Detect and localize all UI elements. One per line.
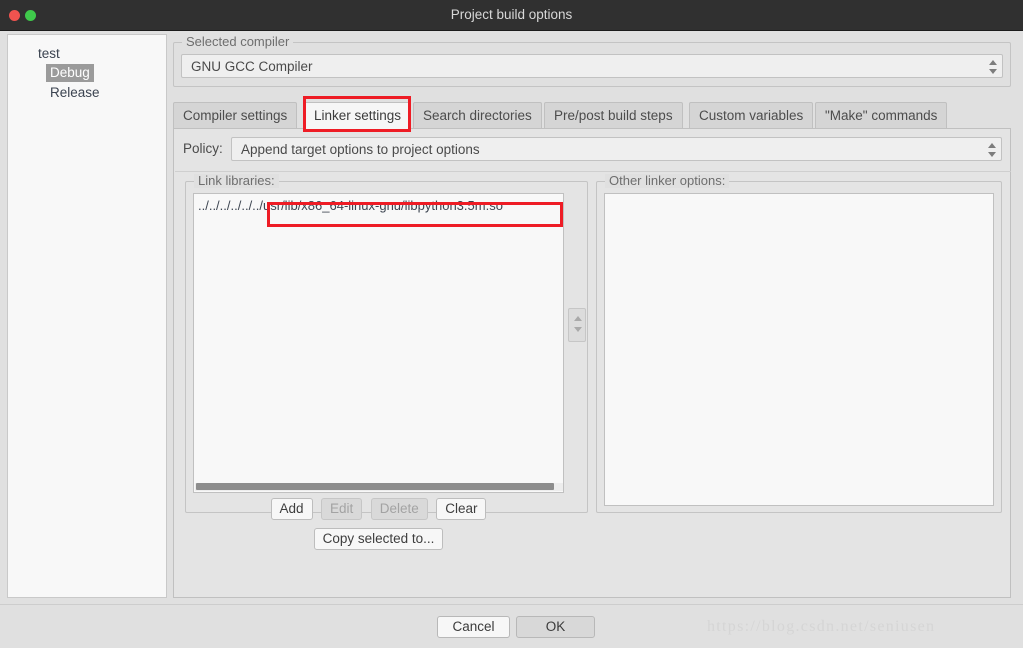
dialog-body: test Debug Release Selected compiler GNU… xyxy=(0,31,1023,604)
list-item[interactable]: ../../../../../../usr/lib/x86_64-linux-g… xyxy=(198,197,503,214)
policy-select[interactable]: Append target options to project options xyxy=(231,137,1002,161)
compiler-select-value: GNU GCC Compiler xyxy=(191,59,313,74)
link-libraries-listbox[interactable]: ../../../../../../usr/lib/x86_64-linux-g… xyxy=(193,193,564,493)
tab-make-commands[interactable]: "Make" commands xyxy=(815,102,948,128)
link-libraries-group: Link libraries: ../../../../../../usr/li… xyxy=(185,174,588,550)
chevron-down-icon xyxy=(574,327,582,332)
add-button[interactable]: Add xyxy=(270,498,313,520)
compiler-select[interactable]: GNU GCC Compiler xyxy=(181,54,1003,78)
chevron-up-icon xyxy=(574,316,582,321)
tab-linker-settings[interactable]: Linker settings xyxy=(304,102,412,129)
window-titlebar: Project build options xyxy=(0,0,1023,31)
tree-item-test[interactable]: test xyxy=(34,45,64,63)
project-build-options-dialog: Project build options test Debug Release… xyxy=(0,0,1023,648)
copy-selected-row: Copy selected to... xyxy=(193,528,564,550)
horizontal-scrollbar-thumb[interactable] xyxy=(196,483,554,490)
link-libraries-label: Link libraries: xyxy=(194,174,279,188)
ok-button[interactable]: OK xyxy=(516,616,595,638)
other-linker-options-label: Other linker options: xyxy=(605,174,730,188)
tab-custom-variables[interactable]: Custom variables xyxy=(689,102,814,128)
policy-select-value: Append target options to project options xyxy=(241,142,480,157)
tab-pre-post-build-steps[interactable]: Pre/post build steps xyxy=(544,102,683,128)
section-divider xyxy=(175,171,1011,172)
panel-splitter-handle[interactable] xyxy=(568,308,586,342)
copy-selected-to-button[interactable]: Copy selected to... xyxy=(313,528,444,550)
other-linker-options-textarea[interactable] xyxy=(604,193,994,506)
window-title: Project build options xyxy=(450,7,573,22)
project-tree-panel[interactable]: test Debug Release xyxy=(7,34,167,598)
tab-search-directories[interactable]: Search directories xyxy=(413,102,542,128)
tree-item-debug[interactable]: Debug xyxy=(46,64,94,82)
policy-label: Policy: xyxy=(183,141,223,156)
dialog-content: Selected compiler GNU GCC Compiler Compi… xyxy=(173,34,1016,598)
edit-button: Edit xyxy=(321,498,363,520)
selected-compiler-label: Selected compiler xyxy=(182,35,294,49)
link-libraries-button-row: Add Edit Delete Clear xyxy=(193,498,564,520)
settings-tabbar[interactable]: Compiler settings Linker settings Search… xyxy=(173,102,1011,129)
linker-settings-page: Policy: Append target options to project… xyxy=(173,128,1011,598)
cancel-button[interactable]: Cancel xyxy=(437,616,510,638)
tree-item-release[interactable]: Release xyxy=(46,84,104,102)
delete-button: Delete xyxy=(370,498,428,520)
other-linker-options-group: Other linker options: xyxy=(596,174,1002,513)
spinner-arrows-icon[interactable] xyxy=(987,58,998,76)
tab-compiler-settings[interactable]: Compiler settings xyxy=(173,102,298,128)
horizontal-scrollbar[interactable] xyxy=(195,483,563,491)
spinner-arrows-icon[interactable] xyxy=(986,141,997,159)
watermark-text: https://blog.csdn.net/seniusen xyxy=(707,618,936,635)
clear-button[interactable]: Clear xyxy=(436,498,487,520)
